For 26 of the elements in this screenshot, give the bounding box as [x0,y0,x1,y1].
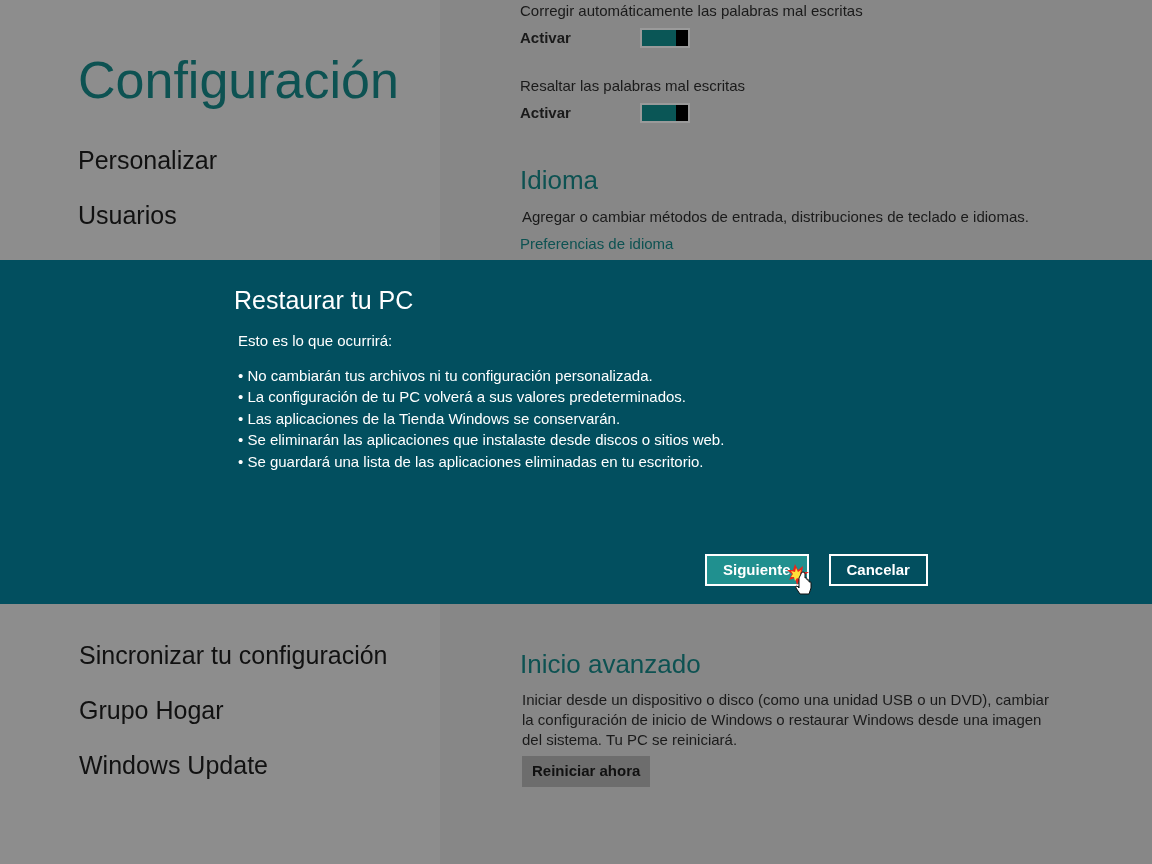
page-title: Configuración [78,50,400,111]
bullet-item: • No cambiarán tus archivos ni tu configuración personalizada. [238,365,654,386]
toggle-switch[interactable] [640,102,690,123]
nav-item[interactable]: Sincronizar tu configuración [78,635,440,690]
section-heading: Idioma [520,164,600,196]
toggle-state-label: Activar [520,102,572,123]
section-heading: Inicio avanzado [520,648,702,680]
dialog-title: Restaurar tu PC [234,285,415,316]
toggle-switch[interactable] [640,28,690,49]
nav-item[interactable]: Windows Update [78,745,440,800]
section-description: Agregar o cambiar métodos de entrada, distribuciones de teclado e idiomas. [521,207,1030,227]
setting-label: Resaltar las palabras mal escritas [520,75,747,96]
bullet-item: • Se eliminarán las aplicaciones que instalaste desde discos o sitios web. [238,430,726,450]
section-description: Iniciar desde un dispositivo o disco (como una unidad USB o un DVD), cambiar la configuración de inicio de Windows o restaurar Windows desde una imagen del sistema. Tu PC se reiniciará. [521,690,1050,750]
nav-item[interactable]: Personalizar [78,140,440,195]
nav-item[interactable]: Grupo Hogar [78,690,440,745]
next-button[interactable]: Siguiente [705,554,809,586]
bullet-item: • La configuración de tu PC volverá a sus valores predeterminados. [238,387,687,407]
nav-item[interactable]: Usuarios [78,195,440,250]
toggle-state-label: Activar [520,28,572,48]
restart-button[interactable]: Reiniciar ahora [522,756,651,787]
dialog-intro: Esto es lo que ocurrirá: [238,331,394,351]
setting-label: Corregir automáticamente las palabras mal escritas [520,1,864,21]
bullet-item: • Las aplicaciones de la Tienda Windows se conservarán. [238,408,622,429]
cancel-button[interactable]: Cancelar [828,554,928,586]
bullet-item: • Se guardará una lista de las aplicaciones eliminadas en tu escritorio. [238,451,705,472]
